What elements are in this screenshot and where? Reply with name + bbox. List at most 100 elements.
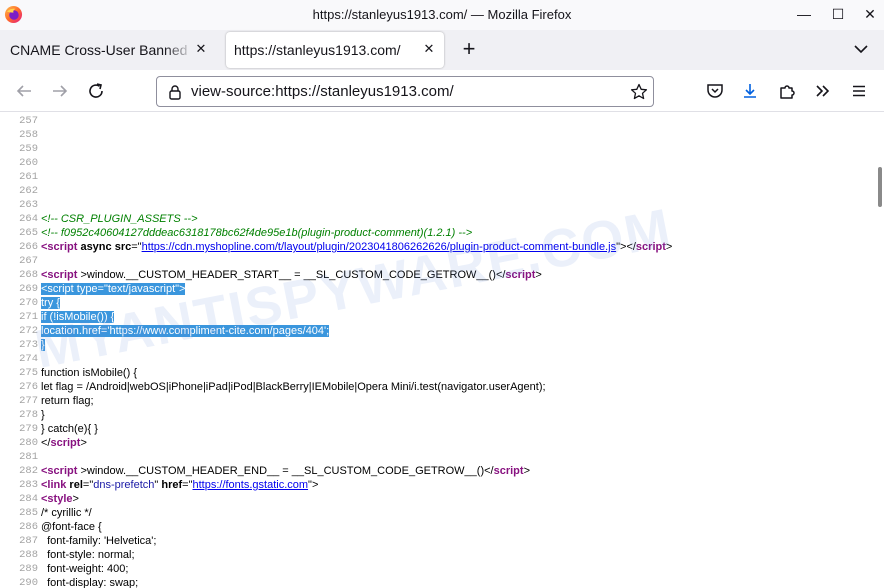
source-token: "></ xyxy=(616,241,636,253)
source-code: } xyxy=(41,408,45,422)
pocket-icon[interactable] xyxy=(706,82,724,100)
lock-icon[interactable] xyxy=(168,84,182,100)
source-token: let flag = /Android|webOS|iPhone|iPad|iP… xyxy=(41,381,546,393)
tab-cname[interactable]: CNAME Cross-User Banned ✕ xyxy=(0,32,222,68)
source-code: if (!isMobile()) { xyxy=(41,310,115,324)
close-window-button[interactable]: ✕ xyxy=(859,4,881,24)
source-code: location.href='https://www.compliment-ci… xyxy=(41,324,330,338)
tab-label: CNAME Cross-User Banned xyxy=(10,42,188,58)
extensions-puzzle-icon[interactable] xyxy=(778,82,796,100)
source-code: </script> xyxy=(41,436,87,450)
source-token: try { xyxy=(41,297,60,309)
source-line: 274 xyxy=(0,352,876,366)
source-code: <script >window.__CUSTOM_HEADER_START__ … xyxy=(41,268,542,282)
overflow-chevrons-icon[interactable] xyxy=(814,82,832,100)
source-token: <style xyxy=(41,493,73,505)
source-code: <script async src="https://cdn.myshoplin… xyxy=(41,240,672,254)
source-token: src xyxy=(114,241,132,253)
line-number: 281 xyxy=(19,451,38,463)
source-token: rel xyxy=(66,479,83,491)
line-number: 283 xyxy=(19,479,38,491)
line-number: 287 xyxy=(19,535,38,547)
source-code: } catch(e){ } xyxy=(41,422,98,436)
source-token: <script xyxy=(41,241,78,253)
line-number: 273 xyxy=(19,339,38,351)
source-token: <link xyxy=(41,479,67,491)
source-line: 259 xyxy=(0,142,876,156)
source-token: <script xyxy=(41,465,78,477)
source-token: script xyxy=(50,437,81,449)
chevron-down-icon[interactable] xyxy=(852,40,870,58)
new-tab-button[interactable]: + xyxy=(458,38,480,60)
source-line: 271 if (!isMobile()) { xyxy=(0,310,876,324)
source-line: 286 @font-face { xyxy=(0,520,876,534)
source-line: 277 return flag; xyxy=(0,394,876,408)
line-number: 271 xyxy=(19,311,38,323)
vertical-scrollbar[interactable] xyxy=(876,112,884,588)
source-token: script xyxy=(635,241,666,253)
source-line: 285/* cyrillic */ xyxy=(0,506,876,520)
source-line: 283 <link rel="dns-prefetch" href="https:… xyxy=(0,478,876,492)
source-token: >window.__CUSTOM_HEADER_END__ = __SL_CUS… xyxy=(77,465,494,477)
source-code: <!-- f0952c40604127dddeac6318178bc62f4de… xyxy=(41,226,472,240)
hamburger-menu-icon[interactable] xyxy=(850,82,868,100)
source-token: > xyxy=(80,437,87,449)
line-number: 284 xyxy=(19,493,38,505)
source-code: <style> xyxy=(41,492,79,506)
tab-label: https://stanleyus1913.com/ xyxy=(234,42,401,58)
tab-close-icon[interactable]: ✕ xyxy=(194,42,208,56)
source-link[interactable]: https://fonts.gstatic.com xyxy=(192,479,308,491)
address-bar[interactable]: view-source:https://stanleyus1913.com/ xyxy=(156,76,654,107)
downloads-icon[interactable] xyxy=(741,82,759,100)
line-number: 282 xyxy=(19,465,38,477)
source-code: return flag; xyxy=(41,394,94,408)
source-line: 257 xyxy=(0,114,876,128)
source-line: 276 let flag = /Android|webOS|iPhone|iPad… xyxy=(0,380,876,394)
line-number: 270 xyxy=(19,297,38,309)
line-number: 275 xyxy=(19,367,38,379)
source-line: 267 xyxy=(0,254,876,268)
source-line: 258 xyxy=(0,128,876,142)
source-line: 261 xyxy=(0,170,876,184)
tab-close-icon[interactable]: ✕ xyxy=(422,42,436,56)
scrollbar-thumb[interactable] xyxy=(878,167,882,207)
tab-fade xyxy=(164,32,194,68)
back-arrow-icon[interactable] xyxy=(15,82,33,100)
source-line: 266 <script async src="https://cdn.myshop… xyxy=(0,240,876,254)
minimize-button[interactable]: — xyxy=(793,4,815,24)
line-number: 276 xyxy=(19,381,38,393)
line-number: 263 xyxy=(19,199,38,211)
line-number: 279 xyxy=(19,423,38,435)
line-number: 267 xyxy=(19,255,38,267)
source-token: > xyxy=(72,493,79,505)
source-line: 278} xyxy=(0,408,876,422)
bookmark-star-icon[interactable] xyxy=(630,83,648,101)
line-number: 269 xyxy=(19,283,38,295)
line-number: 285 xyxy=(19,507,38,519)
source-token: <!-- f0952c40604127dddeac6318178bc62f4de… xyxy=(41,227,473,239)
line-number: 268 xyxy=(19,269,38,281)
tab-stanleyus[interactable]: https://stanleyus1913.com/ ✕ xyxy=(226,32,444,68)
source-line: 263 xyxy=(0,198,876,212)
line-number: 259 xyxy=(19,143,38,155)
navigation-toolbar: view-source:https://stanleyus1913.com/ xyxy=(0,70,884,112)
line-number: 261 xyxy=(19,171,38,183)
source-line: 288 font-style: normal; xyxy=(0,548,876,562)
line-number: 262 xyxy=(19,185,38,197)
line-number: 277 xyxy=(19,395,38,407)
source-line: 270 try { xyxy=(0,296,876,310)
maximize-button[interactable]: ☐ xyxy=(827,4,849,24)
source-token: <script xyxy=(41,269,78,281)
url-text[interactable]: view-source:https://stanleyus1913.com/ xyxy=(191,83,454,100)
source-token: > xyxy=(535,269,542,281)
reload-icon[interactable] xyxy=(87,82,105,100)
view-source-content[interactable]: 257 258 259 260 261 262 263 264 <!-- CSR_PLUGIN_… xyxy=(0,112,876,588)
source-link[interactable]: https://cdn.myshopline.com/t/layout/plug… xyxy=(142,241,617,253)
source-line: 290 font-display: swap; xyxy=(0,576,876,588)
source-token: font-style: normal; xyxy=(41,549,135,561)
source-line: 281 xyxy=(0,450,876,464)
forward-arrow-icon[interactable] xyxy=(51,82,69,100)
source-line: 272 location.href='https://www.compliment… xyxy=(0,324,876,338)
window-title: https://stanleyus1913.com/ — Mozilla Fir… xyxy=(312,7,572,22)
line-number: 265 xyxy=(19,227,38,239)
